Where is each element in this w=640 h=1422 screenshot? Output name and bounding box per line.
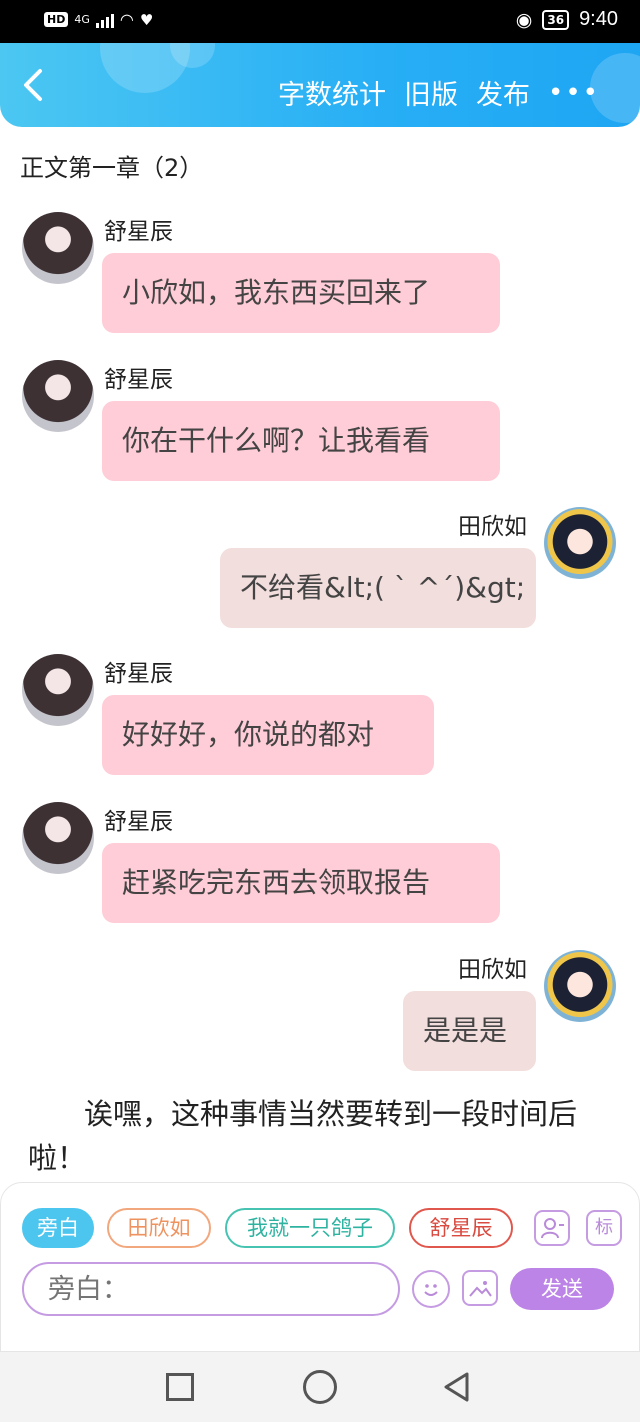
- avatar[interactable]: [544, 950, 616, 1022]
- message-bubble[interactable]: 不给看&lt;( ` ^´)&gt;: [220, 548, 536, 628]
- header-actions: 字数统计 旧版 发布 •••: [278, 73, 600, 112]
- word-count-button[interactable]: 字数统计: [278, 73, 386, 112]
- triangle-back-icon: [444, 1372, 469, 1402]
- image-icon: [469, 1281, 492, 1297]
- message-bubble[interactable]: 好好好，你说的都对: [102, 695, 434, 775]
- sender-name: 田欣如: [458, 514, 527, 540]
- recent-apps-button[interactable]: [166, 1373, 194, 1401]
- hd-badge: HD: [44, 12, 69, 27]
- message-bubble[interactable]: 小欣如，我东西买回来了: [102, 253, 500, 333]
- battery-indicator: 36: [542, 9, 570, 30]
- old-version-button[interactable]: 旧版: [404, 73, 458, 112]
- message-bubble[interactable]: 是是是: [403, 991, 536, 1071]
- back-nav-button[interactable]: [440, 1370, 474, 1404]
- network-type: 4G: [74, 13, 90, 26]
- avatar[interactable]: [22, 802, 94, 874]
- chevron-left-icon: [24, 69, 42, 101]
- message-bubble[interactable]: 赶紧吃完东西去领取报告: [102, 843, 500, 923]
- chapter-title: 正文第一章（2）: [20, 154, 204, 182]
- composer-input[interactable]: [22, 1262, 400, 1316]
- emoji-icon: [424, 1284, 438, 1296]
- status-bar: HD 4G ◠ ♥ ◉ 36 9:40: [0, 0, 640, 43]
- home-button[interactable]: [303, 1370, 337, 1404]
- role-chip-narrator[interactable]: 旁白: [22, 1208, 94, 1248]
- clock: 9:40: [579, 8, 618, 30]
- avatar[interactable]: [544, 507, 616, 579]
- image-button[interactable]: [462, 1270, 498, 1306]
- wifi-icon: ◠: [119, 10, 134, 29]
- status-right: ◉ 36 9:40: [516, 8, 618, 31]
- emoji-button[interactable]: [412, 1270, 450, 1308]
- more-icon[interactable]: •••: [548, 78, 600, 108]
- add-role-button[interactable]: [534, 1210, 570, 1246]
- signal-icon: [95, 12, 114, 28]
- eye-icon: ◉: [515, 8, 533, 31]
- message-bubble[interactable]: 你在干什么啊？让我看看: [102, 401, 500, 481]
- narration-text[interactable]: 诶嘿，这种事情当然要转到一段时间后啦！: [28, 1092, 618, 1180]
- avatar[interactable]: [22, 654, 94, 726]
- avatar[interactable]: [22, 212, 94, 284]
- publish-button[interactable]: 发布: [476, 73, 530, 112]
- role-chip-tianxinru[interactable]: 田欣如: [107, 1208, 211, 1248]
- status-left: HD 4G ◠ ♥: [44, 10, 153, 29]
- sender-name: 舒星辰: [104, 219, 173, 245]
- sender-name: 舒星辰: [104, 661, 173, 687]
- person-add-icon: [541, 1218, 564, 1239]
- sender-name: 舒星辰: [104, 367, 173, 393]
- sender-name: 舒星辰: [104, 809, 173, 835]
- heart-icon: ♥: [139, 10, 154, 29]
- sender-name: 田欣如: [458, 957, 527, 983]
- role-chip-pigeon[interactable]: 我就一只鸽子: [225, 1208, 395, 1248]
- tag-button[interactable]: 标: [586, 1210, 622, 1246]
- send-button[interactable]: 发送: [510, 1268, 614, 1310]
- avatar[interactable]: [22, 360, 94, 432]
- back-button[interactable]: [20, 67, 50, 103]
- role-chip-shuxingchen[interactable]: 舒星辰: [409, 1208, 513, 1248]
- system-nav-bar: [0, 1352, 640, 1422]
- top-header: 字数统计 旧版 发布 •••: [0, 43, 640, 127]
